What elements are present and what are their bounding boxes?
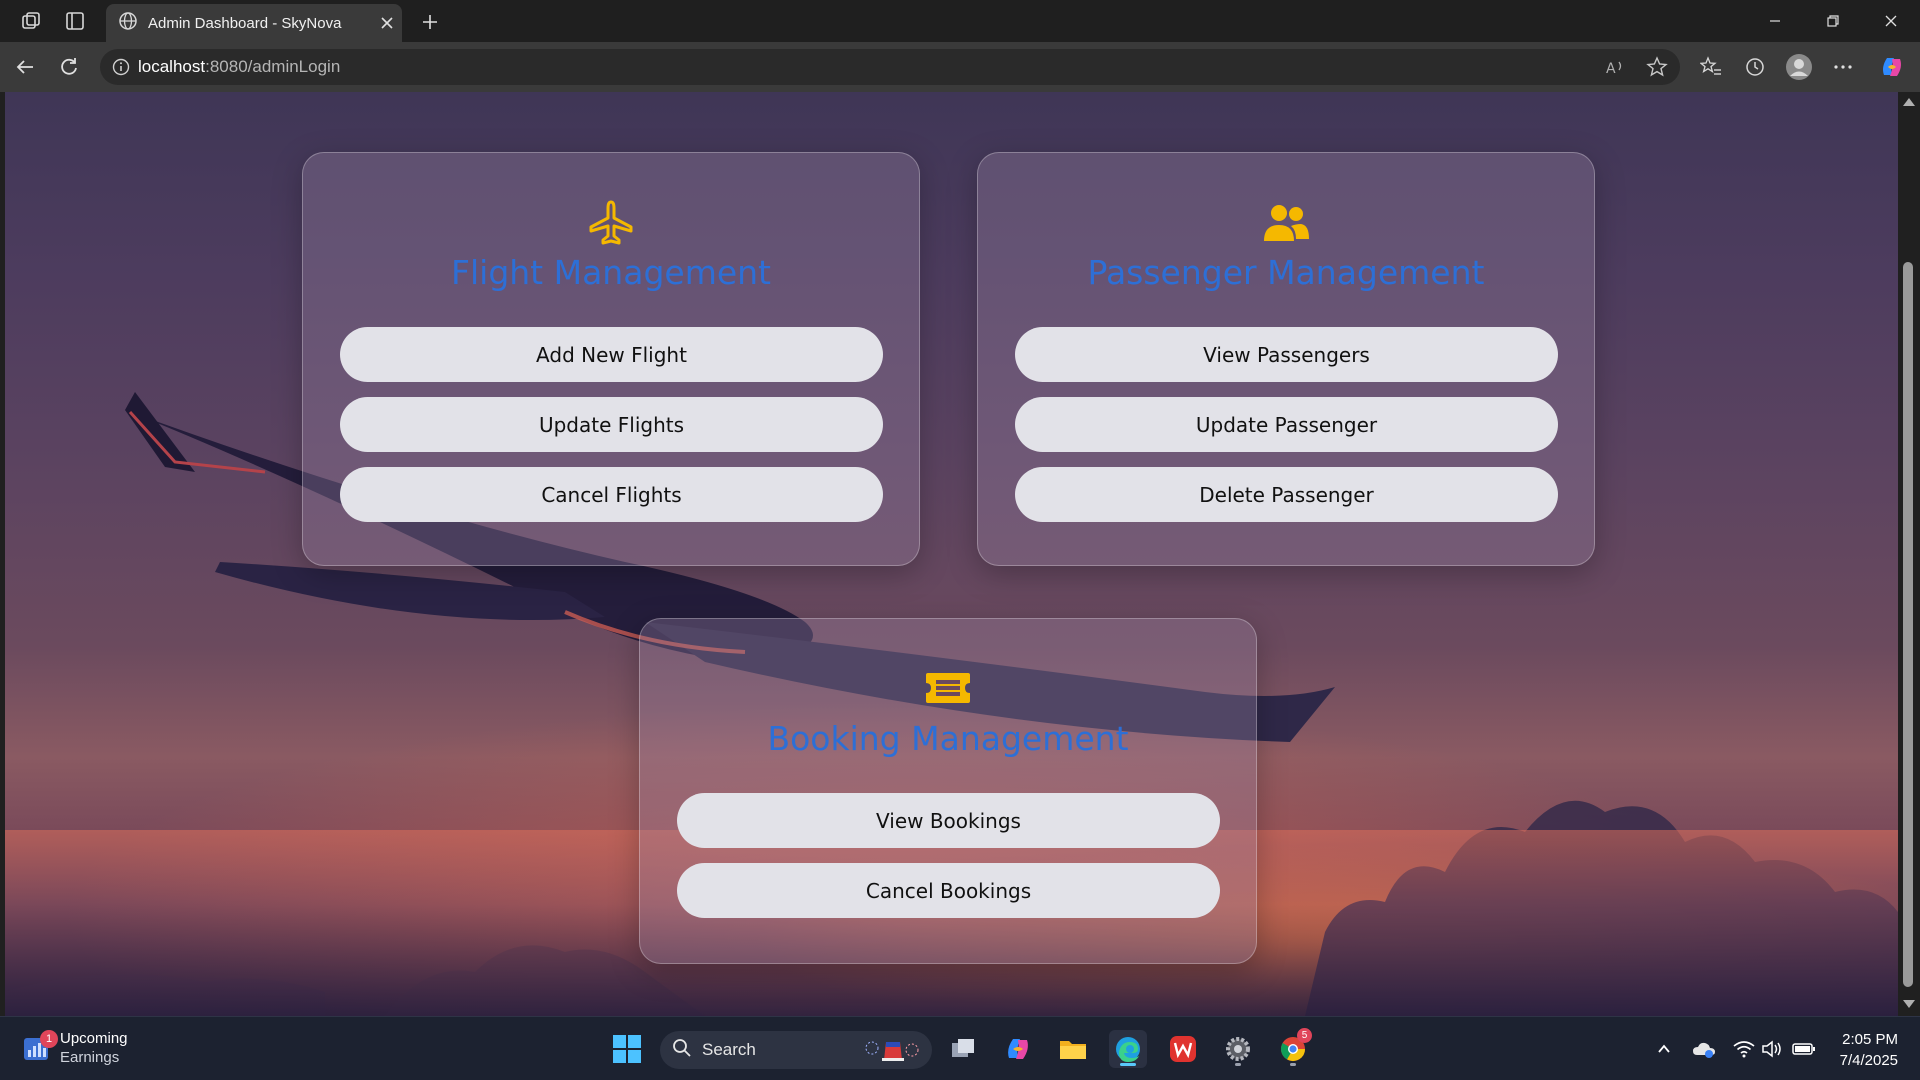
- url-path: :8080/adminLogin: [205, 57, 341, 76]
- show-hidden-icons-chevron-icon[interactable]: [1652, 1037, 1676, 1061]
- ticket-icon: [924, 671, 972, 710]
- delete-passenger-button[interactable]: Delete Passenger: [1015, 467, 1558, 522]
- favorites-icon[interactable]: [1694, 50, 1728, 84]
- browser-titlebar: Admin Dashboard - SkyNova: [0, 0, 1920, 42]
- search-placeholder: Search: [702, 1040, 756, 1059]
- site-info-icon[interactable]: [112, 58, 130, 76]
- system-clock[interactable]: 2:05 PM 7/4/2025: [1820, 1029, 1898, 1071]
- chrome-browser-icon[interactable]: 5: [1274, 1028, 1312, 1068]
- view-passengers-button[interactable]: View Passengers: [1015, 327, 1558, 382]
- scroll-down-arrow[interactable]: [1903, 1000, 1915, 1008]
- update-flights-button[interactable]: Update Flights: [340, 397, 883, 452]
- workspaces-icon[interactable]: [18, 8, 44, 34]
- add-new-flight-button[interactable]: Add New Flight: [340, 327, 883, 382]
- page-viewport: Flight Management Add New Flight Update …: [5, 92, 1898, 1016]
- page-scrollbar[interactable]: [1898, 92, 1920, 1016]
- widgets-button[interactable]: 1 Upcoming Earnings: [22, 1029, 128, 1067]
- users-icon: [1262, 203, 1310, 248]
- wifi-icon[interactable]: [1732, 1037, 1756, 1061]
- start-button[interactable]: [608, 1030, 646, 1068]
- new-tab-button[interactable]: [414, 6, 446, 38]
- cancel-flights-button[interactable]: Cancel Flights: [340, 467, 883, 522]
- copilot-app-icon[interactable]: [999, 1030, 1037, 1068]
- widget-badge: 1: [40, 1030, 58, 1048]
- tab-title: Admin Dashboard - SkyNova: [148, 14, 342, 32]
- widget-title: Upcoming: [60, 1030, 128, 1047]
- close-tab-icon[interactable]: [372, 8, 402, 38]
- active-app-indicator: [1120, 1063, 1136, 1066]
- view-bookings-button[interactable]: View Bookings: [677, 793, 1220, 848]
- close-window-button[interactable]: [1862, 0, 1920, 42]
- settings-gear-icon[interactable]: [1219, 1030, 1257, 1068]
- copilot-icon[interactable]: [1875, 50, 1909, 84]
- browser-toolbar: localhost:8080/adminLogin A: [0, 42, 1920, 92]
- vertical-tabs-icon[interactable]: [62, 8, 88, 34]
- battery-icon[interactable]: [1792, 1037, 1816, 1061]
- flight-management-card: Flight Management Add New Flight Update …: [302, 152, 920, 566]
- card-title: Booking Management: [767, 719, 1129, 758]
- edge-browser-icon[interactable]: [1109, 1030, 1147, 1068]
- widget-subtitle: Earnings: [60, 1049, 120, 1066]
- running-app-indicator: [1235, 1063, 1241, 1066]
- chrome-badge: 5: [1297, 1028, 1312, 1043]
- card-title: Passenger Management: [1087, 253, 1485, 292]
- restore-button[interactable]: [1804, 0, 1862, 42]
- favorite-star-icon[interactable]: [1644, 54, 1670, 80]
- address-bar[interactable]: localhost:8080/adminLogin A: [100, 49, 1680, 85]
- stock-chart-icon: 1: [22, 1030, 58, 1062]
- svg-text:A: A: [1606, 61, 1616, 77]
- clock-time: 2:05 PM: [1842, 1031, 1898, 1048]
- volume-icon[interactable]: [1760, 1037, 1784, 1061]
- onedrive-cloud-icon[interactable]: [1692, 1037, 1716, 1061]
- holiday-hat-icon: [864, 1036, 920, 1064]
- task-view-icon[interactable]: [945, 1030, 983, 1068]
- history-icon[interactable]: [1738, 50, 1772, 84]
- file-explorer-icon[interactable]: [1054, 1030, 1092, 1068]
- more-menu-icon[interactable]: [1826, 50, 1860, 84]
- airplane-icon: [587, 199, 635, 252]
- wps-office-icon[interactable]: [1164, 1030, 1202, 1068]
- read-aloud-icon[interactable]: A: [1602, 54, 1628, 80]
- scrollbar-thumb[interactable]: [1903, 262, 1913, 987]
- scroll-up-arrow[interactable]: [1903, 98, 1915, 106]
- running-app-indicator: [1290, 1063, 1296, 1066]
- back-button[interactable]: [8, 50, 42, 84]
- booking-management-card: Booking Management View Bookings Cancel …: [639, 618, 1257, 964]
- url-host: localhost: [138, 57, 206, 76]
- passenger-management-card: Passenger Management View Passengers Upd…: [977, 152, 1595, 566]
- profile-avatar-icon[interactable]: [1782, 50, 1816, 84]
- refresh-button[interactable]: [52, 50, 86, 84]
- browser-tab[interactable]: Admin Dashboard - SkyNova: [106, 4, 402, 42]
- minimize-button[interactable]: [1746, 0, 1804, 42]
- taskbar-search[interactable]: Search: [660, 1031, 932, 1069]
- windows-taskbar: 1 Upcoming Earnings Search 5 2:05 PM 7/4…: [0, 1016, 1920, 1080]
- search-icon: [672, 1038, 692, 1063]
- globe-icon: [118, 11, 138, 36]
- clock-date: 7/4/2025: [1839, 1052, 1898, 1069]
- card-title: Flight Management: [451, 253, 771, 292]
- cancel-bookings-button[interactable]: Cancel Bookings: [677, 863, 1220, 918]
- update-passenger-button[interactable]: Update Passenger: [1015, 397, 1558, 452]
